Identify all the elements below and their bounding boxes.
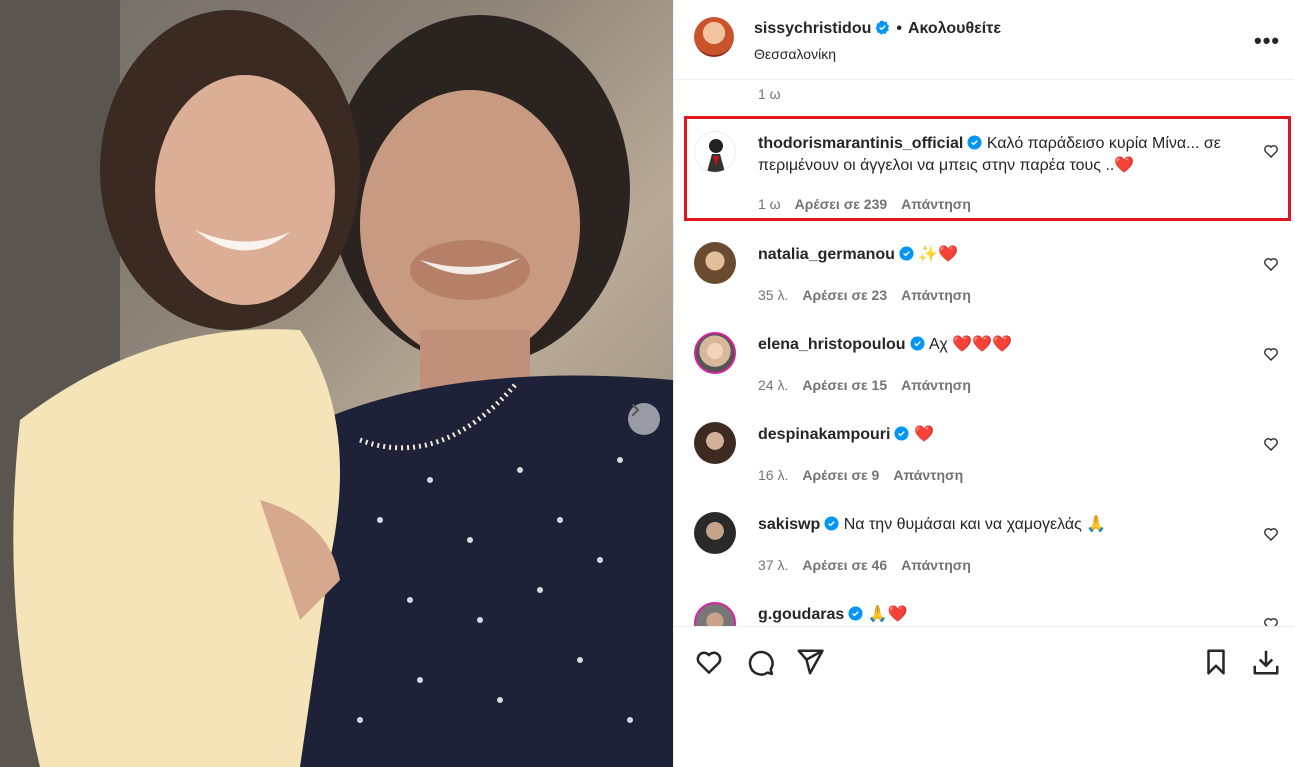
comment-meta: 1 ω Αρέσει σε 239 Απάντηση — [758, 196, 985, 212]
post-actions-bar — [674, 626, 1295, 767]
comment-likes[interactable]: Αρέσει σε 239 — [795, 196, 888, 212]
commenter-avatar[interactable] — [694, 242, 736, 284]
post-viewer: sissychristidou • Ακολουθείτε Θεσσαλονίκη … — [0, 0, 1295, 767]
like-comment-icon[interactable] — [1263, 143, 1279, 159]
caption-time: 1 ω — [758, 86, 781, 102]
comment-time: 16 λ. — [758, 467, 789, 483]
commenter-avatar[interactable] — [694, 512, 736, 554]
more-options-icon[interactable]: ••• — [1254, 28, 1280, 54]
comment-username[interactable]: thodorismarantinis_official — [758, 135, 963, 152]
like-comment-icon[interactable] — [1263, 616, 1279, 626]
verified-badge-icon — [910, 336, 925, 351]
download-icon[interactable] — [1251, 647, 1281, 677]
post-photo — [0, 0, 673, 767]
comment-likes[interactable]: Αρέσει σε 23 — [802, 287, 887, 303]
comments-list[interactable]: 1 ω thodorismarantinis_official Καλό παρ… — [674, 81, 1295, 626]
comment-body: despinakampouri ❤️ — [758, 424, 1238, 446]
verified-badge-icon — [848, 606, 863, 621]
commenter-avatar[interactable] — [694, 422, 736, 464]
comment-time: 24 λ. — [758, 377, 789, 393]
comment-body: elena_hristopoulou Αχ ❤️❤️❤️ — [758, 334, 1238, 356]
comment-text: Αχ ❤️❤️❤️ — [929, 336, 1013, 353]
reply-button[interactable]: Απάντηση — [893, 467, 963, 483]
comment-meta: 35 λ. Αρέσει σε 23 Απάντηση — [758, 287, 985, 303]
like-comment-icon[interactable] — [1263, 256, 1279, 272]
comment-meta: 37 λ. Αρέσει σε 46 Απάντηση — [758, 557, 985, 573]
comment-username[interactable]: sakiswp — [758, 516, 820, 533]
bookmark-icon[interactable] — [1201, 647, 1231, 677]
comment-meta: 24 λ. Αρέσει σε 15 Απάντηση — [758, 377, 985, 393]
send-icon[interactable] — [795, 647, 825, 677]
author-username[interactable]: sissychristidou — [754, 20, 871, 37]
comment-likes[interactable]: Αρέσει σε 9 — [802, 467, 879, 483]
comment-time: 35 λ. — [758, 287, 789, 303]
post-header: sissychristidou • Ακολουθείτε Θεσσαλονίκη … — [674, 0, 1295, 80]
verified-badge-icon — [824, 516, 839, 531]
post-side-panel: sissychristidou • Ακολουθείτε Θεσσαλονίκη … — [673, 0, 1295, 767]
author-line: sissychristidou • Ακολουθείτε — [754, 20, 1001, 38]
header-separator: • — [896, 20, 902, 37]
comment-username[interactable]: natalia_germanou — [758, 246, 895, 263]
commenter-avatar-story[interactable] — [694, 332, 736, 374]
comment-username[interactable]: g.goudaras — [758, 606, 844, 623]
avatar-image — [707, 139, 725, 172]
verified-badge-icon — [967, 135, 982, 150]
photo-illustration — [0, 0, 673, 767]
reply-button[interactable]: Απάντηση — [901, 557, 971, 573]
comment-body: thodorismarantinis_official Καλό παράδει… — [758, 133, 1238, 177]
comment-body: natalia_germanou ✨❤️ — [758, 244, 1238, 266]
commenter-avatar[interactable] — [694, 131, 736, 173]
carousel-next-button[interactable] — [628, 403, 660, 435]
post-location[interactable]: Θεσσαλονίκη — [754, 46, 836, 62]
comment-time: 37 λ. — [758, 557, 789, 573]
comment-body: sakiswp Να την θυμάσαι και να χαμογελάς … — [758, 514, 1238, 536]
reply-button[interactable]: Απάντηση — [901, 196, 971, 212]
comment-text: Να την θυμάσαι και να χαμογελάς 🙏 — [843, 516, 1107, 533]
comment-likes[interactable]: Αρέσει σε 46 — [802, 557, 887, 573]
chevron-right-icon — [632, 404, 640, 416]
comment-username[interactable]: despinakampouri — [758, 426, 890, 443]
like-comment-icon[interactable] — [1263, 526, 1279, 542]
comment-text: 🙏❤️ — [867, 606, 908, 623]
verified-badge-icon — [894, 426, 910, 441]
comment-meta: 16 λ. Αρέσει σε 9 Απάντηση — [758, 467, 977, 483]
comment-likes[interactable]: Αρέσει σε 15 — [802, 377, 887, 393]
comment-username[interactable]: elena_hristopoulou — [758, 336, 906, 353]
like-comment-icon[interactable] — [1263, 346, 1279, 362]
reply-button[interactable]: Απάντηση — [901, 287, 971, 303]
like-comment-icon[interactable] — [1263, 436, 1279, 452]
following-button[interactable]: Ακολουθείτε — [908, 20, 1001, 37]
comment-time: 1 ω — [758, 196, 781, 212]
comment-icon[interactable] — [745, 647, 775, 677]
commenter-avatar-story[interactable] — [694, 602, 736, 626]
comment-text: ❤️ — [913, 426, 934, 443]
comment-body: g.goudaras 🙏❤️ — [758, 604, 1238, 626]
heart-icon[interactable] — [694, 647, 724, 677]
verified-badge-icon — [875, 20, 890, 35]
verified-badge-icon — [899, 246, 914, 261]
author-avatar[interactable] — [694, 17, 734, 57]
comment-text: ✨❤️ — [918, 246, 959, 263]
reply-button[interactable]: Απάντηση — [901, 377, 971, 393]
